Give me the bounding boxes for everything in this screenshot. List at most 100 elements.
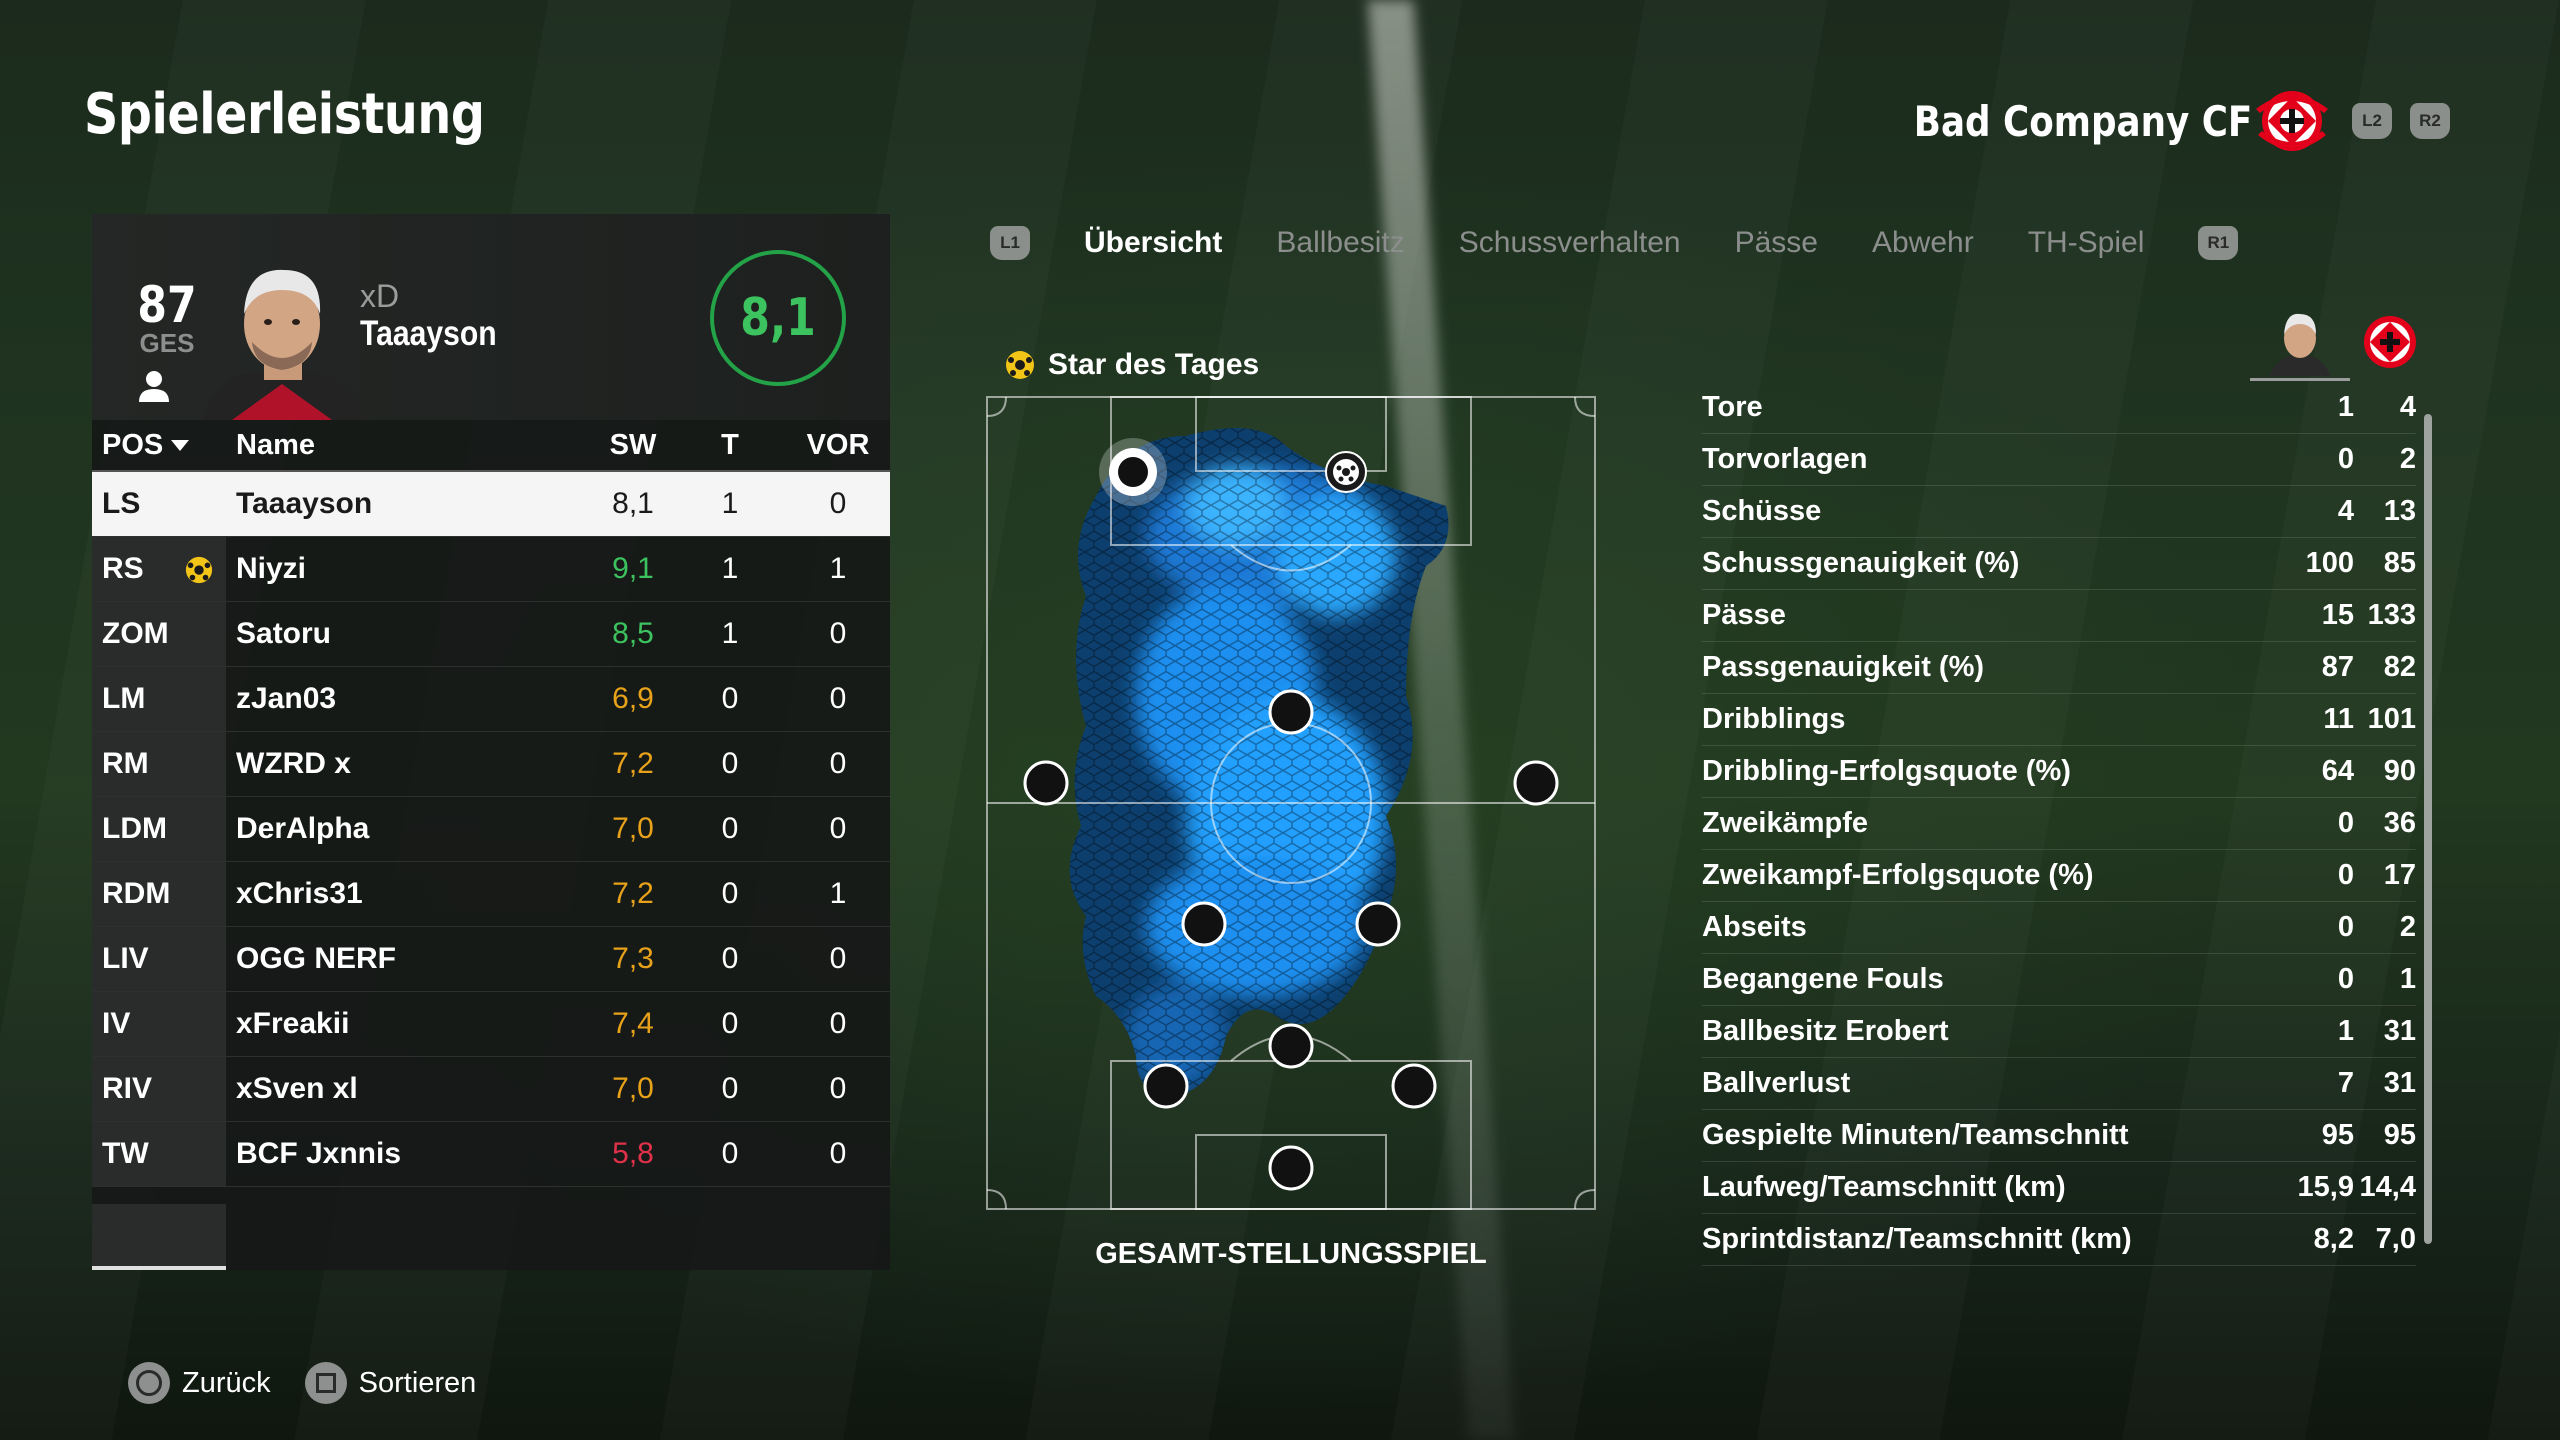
stat-player-value: 0 xyxy=(2337,859,2354,891)
match-rating-value: 8,1 xyxy=(740,288,816,348)
r2-button-icon[interactable]: R2 xyxy=(2410,103,2450,139)
heatmap-pitch xyxy=(986,396,1596,1210)
stat-player-value: 4 xyxy=(2337,495,2354,527)
row-assists: 0 xyxy=(829,1137,847,1170)
table-row[interactable]: LM zJan03 6,9 0 0 xyxy=(92,667,890,732)
stat-label: Schussgenauigkeit (%) xyxy=(1702,547,2020,579)
row-rating: 8,1 xyxy=(612,487,654,520)
sw-column-header[interactable]: SW xyxy=(592,429,674,462)
stat-player-value: 64 xyxy=(2321,755,2354,787)
stat-team-value: 36 xyxy=(2383,807,2416,839)
row-rating: 9,1 xyxy=(612,552,654,585)
stat-label: Torvorlagen xyxy=(1702,443,1868,475)
l1-button-icon[interactable]: L1 xyxy=(990,226,1030,260)
table-row[interactable]: RDM xChris31 7,2 0 1 xyxy=(92,862,890,927)
table-row[interactable]: LS Taaayson 8,1 1 0 xyxy=(92,472,890,537)
table-row[interactable]: LDM DerAlpha 7,0 0 0 xyxy=(92,797,890,862)
row-player-name: DerAlpha xyxy=(236,812,370,845)
tab-5[interactable]: TH-Spiel xyxy=(2028,226,2145,260)
row-position: RM xyxy=(92,732,226,796)
table-row[interactable]: RS Niyzi 9,1 1 1 xyxy=(92,537,890,602)
r1-button-icon[interactable]: R1 xyxy=(2198,226,2239,260)
table-filler xyxy=(92,1204,226,1270)
l2-button-icon[interactable]: L2 xyxy=(2352,103,2392,139)
stat-team-value: 82 xyxy=(2383,651,2416,683)
table-row[interactable]: TW BCF Jxnnis 5,8 0 0 xyxy=(92,1122,890,1187)
table-row[interactable]: LIV OGG NERF 7,3 0 0 xyxy=(92,927,890,992)
row-assists: 0 xyxy=(829,1072,847,1105)
pos-column-header[interactable]: POS xyxy=(92,429,226,462)
star-of-day-label: Star des Tages xyxy=(1048,348,1260,381)
stat-player-value: 95 xyxy=(2321,1119,2354,1151)
stats-table: Tore 1 4 Torvorlagen 0 2 Schüsse 4 13 Schussgenau… xyxy=(1702,382,2416,1266)
page-title: Spielerleistung xyxy=(84,82,485,147)
back-button[interactable]: Zurück xyxy=(128,1362,271,1404)
stat-row: Zweikampf-Erfolgsquote (%) 0 17 xyxy=(1702,850,2416,902)
t-column-header[interactable]: T xyxy=(674,429,786,462)
row-goals: 1 xyxy=(721,487,739,520)
stat-row: Schussgenauigkeit (%) 100 85 xyxy=(1702,538,2416,590)
tab-4[interactable]: Abwehr xyxy=(1872,226,1974,260)
stat-player-value: 0 xyxy=(2337,963,2354,995)
stat-label: Pässe xyxy=(1702,599,1786,631)
row-goals: 0 xyxy=(721,812,739,845)
stat-team-value: 31 xyxy=(2383,1067,2416,1099)
tab-2[interactable]: Schussverhalten xyxy=(1459,226,1681,260)
stat-label: Dribblings xyxy=(1702,703,1846,735)
stat-player-value: 87 xyxy=(2321,651,2354,683)
player-card: 87 GES xD Taaayson 8,1 xyxy=(92,214,890,420)
sort-button[interactable]: Sortieren xyxy=(304,1362,477,1404)
stats-scrollbar[interactable] xyxy=(2424,414,2432,1244)
stat-team-value: 4 xyxy=(2399,391,2416,423)
stats-tabs: L1 Übersicht Ballbesitz Schussverhalten Päs… xyxy=(990,226,2239,260)
stat-player-value: 1 xyxy=(2337,391,2354,423)
row-position: IV xyxy=(92,992,226,1056)
table-row[interactable]: IV xFreakii 7,4 0 0 xyxy=(92,992,890,1057)
row-position: RIV xyxy=(92,1057,226,1121)
team-name: Bad Company CF xyxy=(1913,96,2252,146)
stat-label: Dribbling-Erfolgsquote (%) xyxy=(1702,755,2071,787)
stat-player-value: 15,9 xyxy=(2297,1171,2354,1203)
stat-label: Zweikämpfe xyxy=(1702,807,1868,839)
stat-player-value: 100 xyxy=(2305,547,2354,579)
table-row[interactable]: RIV xSven xl 7,0 0 0 xyxy=(92,1057,890,1122)
row-rating: 5,8 xyxy=(612,1137,654,1170)
team-crest-icon xyxy=(2256,91,2328,151)
stat-team-value: 133 xyxy=(2367,599,2416,631)
stat-team-value: 14,4 xyxy=(2359,1171,2416,1203)
tab-1[interactable]: Ballbesitz xyxy=(1276,226,1404,260)
row-position: LS xyxy=(92,472,226,536)
teammate-dot xyxy=(1268,1023,1314,1069)
stat-team-value: 7,0 xyxy=(2375,1223,2416,1255)
row-player-name: Niyzi xyxy=(236,552,307,585)
row-rating: 7,0 xyxy=(612,812,654,845)
stat-row: Dribbling-Erfolgsquote (%) 64 90 xyxy=(1702,746,2416,798)
table-row[interactable]: RM WZRD x 7,2 0 0 xyxy=(92,732,890,797)
person-icon xyxy=(139,371,169,402)
row-goals: 0 xyxy=(721,877,739,910)
stat-label: Begangene Fouls xyxy=(1702,963,1944,995)
name-column-header[interactable]: Name xyxy=(226,429,592,462)
tab-0[interactable]: Übersicht xyxy=(1084,226,1222,260)
player-panel: 87 GES xD Taaayson 8,1 POS Name SW T VOR… xyxy=(92,214,890,1270)
stat-label: Laufweg/Teamschnitt (km) xyxy=(1702,1171,2066,1203)
row-position: LDM xyxy=(92,797,226,861)
row-rating: 7,2 xyxy=(612,877,654,910)
sort-label: Sortieren xyxy=(358,1366,477,1399)
row-rating: 7,0 xyxy=(612,1072,654,1105)
vor-column-header[interactable]: VOR xyxy=(786,429,890,462)
table-header: POS Name SW T VOR xyxy=(92,420,890,472)
stat-player-value: 0 xyxy=(2337,443,2354,475)
table-row[interactable]: ZOM Satoru 8,5 1 0 xyxy=(92,602,890,667)
row-player-name: xChris31 xyxy=(236,877,363,910)
stat-row: Pässe 15 133 xyxy=(1702,590,2416,642)
row-rating: 8,5 xyxy=(612,617,654,650)
tab-3[interactable]: Pässe xyxy=(1735,226,1818,260)
stat-player-value: 1 xyxy=(2337,1015,2354,1047)
row-goals: 0 xyxy=(721,747,739,780)
star-of-day: Star des Tages xyxy=(1004,348,1259,382)
row-assists: 1 xyxy=(829,552,847,585)
row-position: RDM xyxy=(92,862,226,926)
pos-header-label: POS xyxy=(102,428,164,461)
stat-row: Torvorlagen 0 2 xyxy=(1702,434,2416,486)
